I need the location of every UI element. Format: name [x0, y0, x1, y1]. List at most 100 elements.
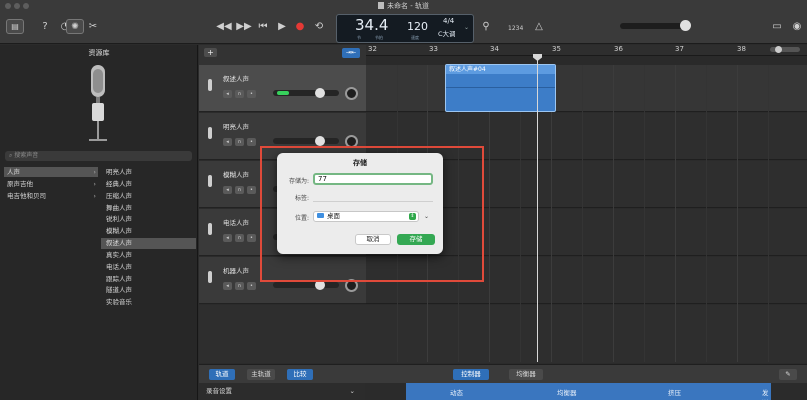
eq-tab[interactable]: 均衡器: [509, 369, 543, 380]
tab-compression[interactable]: 挤压: [668, 387, 681, 397]
volume-knob[interactable]: [315, 136, 325, 146]
track-name[interactable]: 叙述人声: [223, 73, 249, 83]
metronome-icon[interactable]: △: [533, 20, 545, 34]
record-enable-icon[interactable]: •: [247, 186, 256, 194]
cycle-icon[interactable]: ⟲: [312, 20, 326, 34]
library-item[interactable]: 舞曲人声: [101, 203, 196, 214]
horizontal-zoom-knob[interactable]: [775, 46, 782, 53]
expand-chevron-icon[interactable]: ⌄: [424, 213, 429, 220]
empty-lane[interactable]: [366, 305, 807, 363]
smart-tempo-button[interactable]: ⇥⇤: [342, 48, 360, 58]
add-track-button[interactable]: +: [204, 48, 217, 57]
record-enable-icon[interactable]: •: [247, 90, 256, 98]
fast-forward-icon[interactable]: ▶▶: [236, 20, 252, 34]
help-icon[interactable]: ?: [38, 20, 52, 34]
master-track-tab[interactable]: 主轨道: [247, 369, 275, 380]
record-enable-icon[interactable]: •: [247, 282, 256, 290]
chevron-down-icon: ⌄: [349, 387, 355, 395]
lcd-key: C大调: [438, 30, 456, 38]
library-item-selected[interactable]: 叙述人声: [101, 238, 196, 249]
audio-region[interactable]: 叙述人声#04: [445, 64, 556, 112]
scissors-icon[interactable]: ✂: [86, 20, 100, 34]
library-category-electric-guitar-bass[interactable]: 电吉他和贝司 ›: [4, 191, 98, 201]
rewind-icon[interactable]: ◀◀: [216, 20, 232, 34]
tracks-editor-tab[interactable]: 轨道: [209, 369, 235, 380]
library-item[interactable]: 跟踪人声: [101, 274, 196, 285]
timeline-subruler[interactable]: [366, 56, 807, 65]
volume-slider[interactable]: [273, 138, 339, 144]
record-enable-icon[interactable]: •: [247, 138, 256, 146]
library-category-vocals[interactable]: 人声 ›: [4, 167, 98, 177]
library-item[interactable]: 压缩人声: [101, 191, 196, 202]
track-name[interactable]: 模糊人声: [223, 169, 249, 179]
loops-icon[interactable]: ◉: [790, 20, 804, 34]
recording-settings-header[interactable]: 录音设置 ⌄: [199, 383, 365, 400]
chevron-right-icon: ›: [93, 168, 96, 176]
lcd-bar-value: 34.4: [355, 16, 389, 34]
track-lane[interactable]: [366, 65, 807, 112]
track-name[interactable]: 明亮人声: [223, 121, 249, 131]
library-category-acoustic-guitar[interactable]: 原声吉他 ›: [4, 179, 98, 189]
lcd-dropdown-icon[interactable]: ⌄: [464, 24, 469, 31]
mute-icon[interactable]: ◂: [223, 90, 232, 98]
go-to-start-icon[interactable]: ⏮: [256, 20, 270, 34]
tags-input[interactable]: [313, 192, 433, 202]
title-bar: 未命名 - 轨道: [0, 0, 807, 13]
track-name[interactable]: 电话人声: [223, 217, 249, 227]
play-icon[interactable]: ▶: [276, 20, 288, 34]
microphone-icon: [208, 271, 212, 283]
pan-knob[interactable]: [345, 87, 358, 100]
microphone-icon: [208, 223, 212, 235]
master-volume-knob[interactable]: [680, 20, 691, 31]
library-item[interactable]: 明亮人声: [101, 167, 196, 178]
mute-icon[interactable]: ◂: [223, 138, 232, 146]
library-item[interactable]: 电话人声: [101, 262, 196, 273]
library-item[interactable]: 隧道人声: [101, 285, 196, 296]
location-select[interactable]: 桌面 ⇕: [313, 211, 419, 222]
cancel-button[interactable]: 取消: [355, 234, 391, 245]
library-item[interactable]: 锐利人声: [101, 214, 196, 225]
library-search-input[interactable]: ⌕ 搜索声音: [5, 151, 192, 161]
editors-button[interactable]: ✺: [66, 19, 84, 34]
save-button[interactable]: 存储: [397, 234, 435, 245]
count-in-button[interactable]: 1234: [508, 22, 523, 36]
library-item[interactable]: 模糊人声: [101, 226, 196, 237]
headphones-icon[interactable]: ∩: [235, 138, 244, 146]
volume-slider[interactable]: [273, 282, 339, 288]
record-enable-icon[interactable]: •: [247, 234, 256, 242]
controls-tab[interactable]: 控制器: [453, 369, 489, 380]
volume-knob[interactable]: [315, 88, 325, 98]
library-item[interactable]: 实验音乐: [101, 297, 196, 308]
record-icon[interactable]: ●: [294, 20, 306, 34]
tab-equalizer[interactable]: 均衡器: [557, 387, 577, 397]
headphones-icon[interactable]: ∩: [235, 90, 244, 98]
chevron-right-icon: ›: [93, 192, 96, 200]
tab-sends[interactable]: 发送: [762, 387, 771, 400]
library-button[interactable]: ▤: [6, 19, 24, 34]
region-name: 叙述人声#04: [446, 65, 555, 74]
track-header[interactable]: 叙述人声 ◂ ∩ •: [199, 65, 366, 112]
save-as-input[interactable]: 77: [313, 173, 433, 185]
volume-slider[interactable]: [273, 90, 339, 96]
gear-icon: ✺: [71, 22, 79, 32]
tab-dynamics[interactable]: 动态: [450, 387, 463, 397]
headphones-icon[interactable]: ∩: [235, 282, 244, 290]
ruler-bar-number: 32: [368, 45, 377, 53]
notepad-icon[interactable]: ▭: [770, 20, 784, 34]
lcd-display[interactable]: 34.4 节 节拍 120 速度 4/4 C大调 ⌄: [336, 14, 474, 43]
mute-icon[interactable]: ◂: [223, 282, 232, 290]
timeline-ruler[interactable]: 32 33 34 35 36 37 38: [366, 45, 807, 56]
track-name[interactable]: 机器人声: [223, 265, 249, 275]
microphone-icon: [89, 65, 107, 141]
empty-track-area: [199, 305, 366, 363]
ruler-bar-number: 36: [614, 45, 623, 53]
compare-button[interactable]: 比较: [287, 369, 313, 380]
pencil-icon[interactable]: ✎: [779, 369, 797, 380]
mute-icon[interactable]: ◂: [223, 234, 232, 242]
library-item[interactable]: 真实人声: [101, 250, 196, 261]
headphones-icon[interactable]: ∩: [235, 186, 244, 194]
tuner-icon[interactable]: ⚲: [480, 20, 492, 34]
library-item[interactable]: 经典人声: [101, 179, 196, 190]
mute-icon[interactable]: ◂: [223, 186, 232, 194]
headphones-icon[interactable]: ∩: [235, 234, 244, 242]
